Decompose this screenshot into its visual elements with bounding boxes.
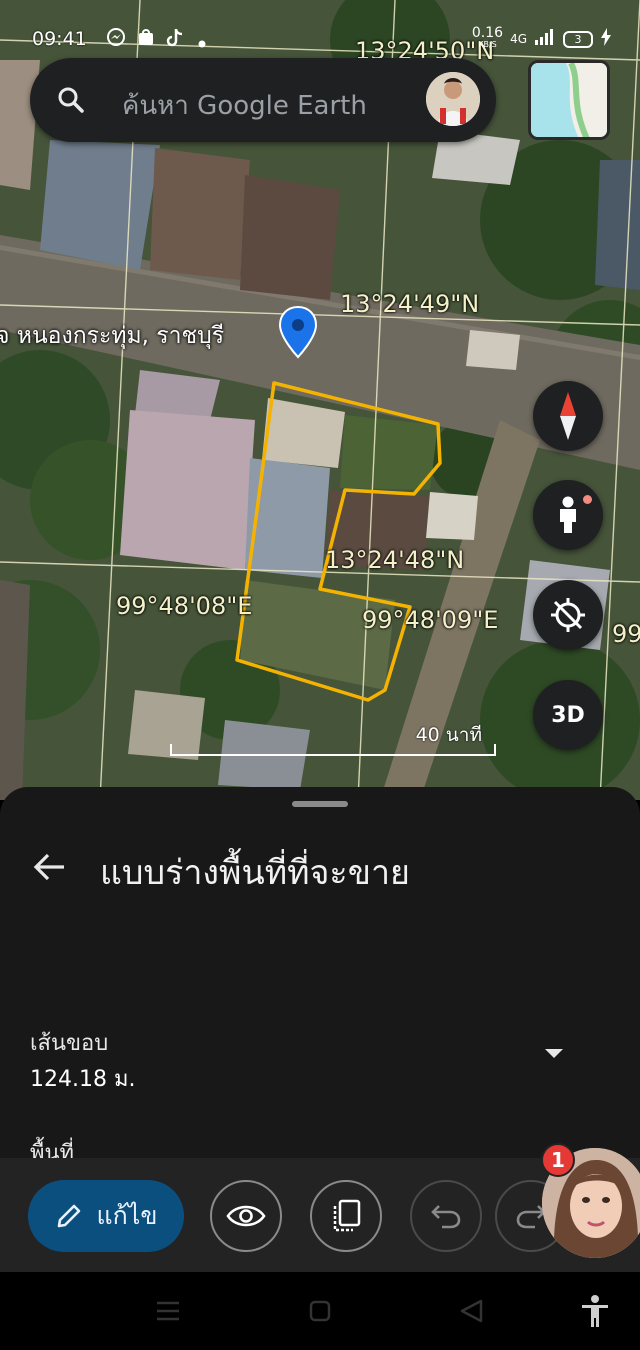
perimeter-label: เส้นขอบ [30,1031,109,1056]
chevron-down-icon[interactable] [545,1049,563,1058]
home-button[interactable] [308,1299,332,1327]
eye-icon [226,1205,266,1227]
grid-label-lat-low: 13°24'48"N [325,546,465,574]
grid-label-lat-mid: 13°24'49"N [340,290,480,318]
network-type: 4G [510,32,527,46]
grid-label-lon-edge: 99 [612,620,640,648]
3d-label: 3D [551,702,585,728]
charging-icon [600,28,612,50]
square-home-icon [309,1300,331,1322]
search-input[interactable]: ค้นหา Google Earth [122,85,367,126]
perimeter-value: 124.18 ม. [30,1067,136,1092]
arrow-back-icon [33,853,64,881]
street-view-button[interactable] [533,480,603,550]
location-off-icon [551,598,585,632]
triangle-back-icon [460,1299,483,1323]
undo-button[interactable] [410,1180,482,1252]
location-pin-icon[interactable] [277,305,319,363]
scale-bar [170,744,496,756]
location-button[interactable] [533,580,603,650]
accessibility-icon [582,1295,608,1327]
system-navigation-bar [0,1272,640,1350]
pencil-icon [57,1204,80,1228]
visibility-button[interactable] [210,1180,282,1252]
compass-button[interactable] [533,381,603,451]
account-avatar[interactable] [426,72,480,126]
status-bar: 09:41 0.16 KB/S 4G 3 [0,0,640,56]
signal-icon [534,29,556,49]
map-layers-thumbnail[interactable] [528,60,610,140]
sheet-title: แบบร่างพื้นที่ที่จะขาย [100,853,410,893]
net-speed: 0.16 [471,25,504,41]
battery-icon: 3 [563,30,593,48]
undo-icon [431,1205,461,1229]
edit-button[interactable]: แก้ไข [28,1180,184,1252]
net-unit: KB/S [478,40,497,49]
sheet-drag-handle[interactable] [292,801,348,807]
map-scale: 40 นาที [170,720,496,756]
pegman-icon [560,496,576,533]
3d-toggle-button[interactable]: 3D [533,680,603,750]
notification-dot-icon [198,33,206,52]
back-button[interactable] [30,847,70,887]
tiktok-icon [166,28,184,52]
layer-button[interactable] [310,1180,382,1252]
accessibility-button[interactable] [580,1294,610,1332]
street-view-indicator [583,495,592,504]
menu-lines-icon [157,1301,179,1321]
notification-badge: 1 [541,1143,575,1177]
compass-icon [560,392,576,440]
grid-label-lon-left: 99°48'08"E [116,592,253,620]
copy-layer-icon [333,1199,361,1232]
back-nav-button[interactable] [458,1298,484,1328]
search-icon[interactable] [56,85,86,119]
grid-label-lon-right: 99°48'09"E [362,606,499,634]
edit-label: แก้ไข [96,1201,158,1230]
shopee-icon [137,28,155,50]
messenger-icon [107,28,125,50]
place-label: จ หนองกระทุ่ม, ราชบุรี [0,323,225,349]
search-bar[interactable]: ค้นหา Google Earth [30,58,496,142]
satellite-map[interactable]: 13°24'50"N 13°24'49"N 13°24'48"N 99°48'0… [0,0,640,800]
recent-apps-button[interactable] [155,1300,181,1326]
status-time: 09:41 [32,28,87,50]
